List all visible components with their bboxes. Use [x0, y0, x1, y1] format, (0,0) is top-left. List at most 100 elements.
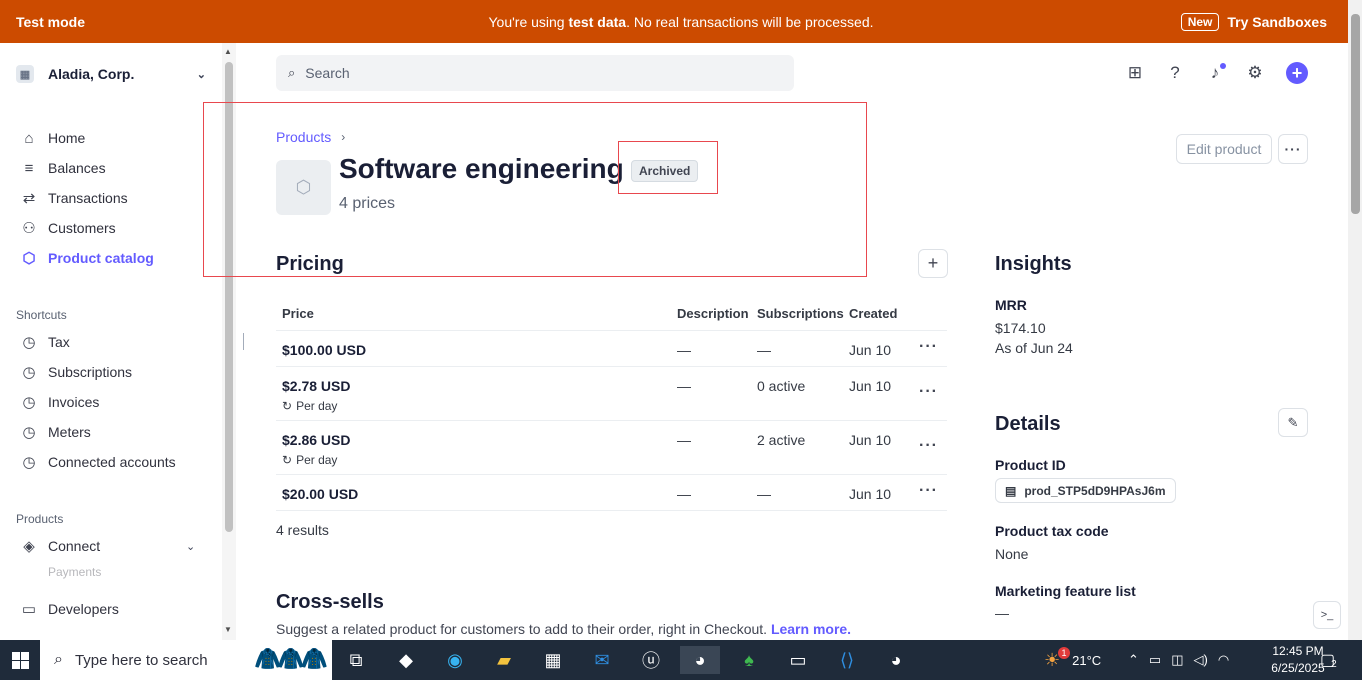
- product-id-copy-chip[interactable]: ▤ prod_STP5dD9HPAsJ6m: [995, 478, 1176, 503]
- edit-details-button[interactable]: ✎: [1278, 408, 1308, 437]
- mrr-date: As of Jun 24: [995, 340, 1073, 356]
- create-new-button[interactable]: +: [1286, 62, 1308, 84]
- sidebar-item-transactions[interactable]: ⇄ Transactions: [20, 187, 128, 209]
- outlook-icon[interactable]: ✉: [582, 646, 622, 674]
- resize-handle[interactable]: [243, 333, 244, 350]
- details-heading: Details: [995, 413, 1061, 435]
- taskbar-clock[interactable]: 12:45 PM 6/25/2025: [1270, 643, 1326, 677]
- scroll-down-arrow-icon[interactable]: ▼: [224, 625, 232, 634]
- terminal-icon: ▭: [21, 601, 37, 618]
- price-subscriptions: —: [757, 486, 771, 502]
- add-price-button[interactable]: +: [918, 249, 948, 278]
- terminal-toggle-button[interactable]: >_: [1313, 601, 1341, 629]
- sidebar-item-balances[interactable]: ≡ Balances: [20, 157, 106, 179]
- sidebar-item-home[interactable]: ⌂ Home: [20, 127, 85, 149]
- price-amount[interactable]: $2.86 USD: [282, 432, 350, 448]
- home-icon: ⌂: [24, 129, 34, 147]
- sidebar-item-payments[interactable]: Payments: [20, 565, 101, 579]
- sidebar-item-customers[interactable]: ⚇ Customers: [20, 217, 115, 239]
- volume-icon[interactable]: ◁): [1194, 652, 1208, 668]
- copilot-icon[interactable]: ◆: [386, 646, 426, 674]
- row-actions-button[interactable]: ···: [919, 338, 938, 356]
- row-actions-button[interactable]: ···: [919, 482, 938, 500]
- cross-sells-description: Suggest a related product for customers …: [276, 621, 852, 637]
- chrome-profile-icon[interactable]: ◕: [876, 646, 916, 674]
- price-amount[interactable]: $2.78 USD: [282, 378, 350, 394]
- weather-widget[interactable]: ☀ 1 21°C: [1044, 640, 1101, 680]
- microsoft-store-icon[interactable]: ▦: [533, 646, 573, 674]
- customers-icon: ⚇: [22, 220, 36, 237]
- divider: [276, 510, 947, 511]
- edit-product-button[interactable]: Edit product: [1176, 134, 1272, 164]
- more-actions-button[interactable]: ···: [1278, 134, 1308, 164]
- account-switcher[interactable]: ▦ Aladia, Corp. ⌄: [16, 63, 206, 85]
- new-badge: New: [1180, 12, 1220, 31]
- tax-code-label: Product tax code: [995, 523, 1109, 539]
- sidebar-item-product-catalog[interactable]: ⬡ Product catalog: [20, 247, 153, 269]
- meet-now-icon[interactable]: ◫: [1171, 652, 1183, 668]
- sidebar-item-developers[interactable]: ▭ Developers: [20, 598, 119, 620]
- mongodb-compass-icon[interactable]: ♠: [729, 646, 769, 674]
- settings-gear-icon[interactable]: ⚙: [1244, 62, 1266, 84]
- file-explorer-icon[interactable]: ▰: [484, 646, 524, 674]
- row-actions-button[interactable]: ···: [919, 437, 938, 455]
- taskbar-search[interactable]: ⌕ Type here to search 🧥🧥🧥: [40, 640, 332, 680]
- try-sandboxes-label[interactable]: Try Sandboxes: [1227, 14, 1327, 30]
- search-input[interactable]: [305, 65, 746, 81]
- windows-taskbar: ⌕ Type here to search 🧥🧥🧥 ⧉ ◆ ◉ ▰ ▦ ✉ ⓤ …: [0, 640, 1362, 680]
- shortcut-meters[interactable]: ◷ Meters: [20, 421, 90, 443]
- edge-browser-icon[interactable]: ◉: [435, 646, 475, 674]
- scroll-up-arrow-icon[interactable]: ▲: [224, 47, 232, 56]
- search-bar[interactable]: ⌕: [276, 55, 794, 91]
- shortcut-subscriptions[interactable]: ◷ Subscriptions: [20, 361, 132, 383]
- mrr-value: $174.10: [995, 320, 1046, 336]
- divider: [276, 474, 947, 475]
- clock-icon: ◷: [22, 334, 36, 351]
- results-count: 4 results: [276, 522, 329, 538]
- insights-heading: Insights: [995, 253, 1072, 275]
- windows-logo-icon: [11, 651, 29, 669]
- apps-add-icon[interactable]: ⊞: [1124, 62, 1146, 84]
- marketing-features-label: Marketing feature list: [995, 583, 1136, 599]
- upwork-icon[interactable]: ⓤ: [631, 646, 671, 674]
- price-amount[interactable]: $20.00 USD: [282, 486, 358, 502]
- battery-icon[interactable]: ▭: [1149, 652, 1161, 668]
- search-icon: ⌕: [288, 65, 296, 80]
- chrome-icon[interactable]: ◕: [680, 646, 720, 674]
- weather-temp: 21°C: [1072, 652, 1102, 668]
- vscode-icon[interactable]: ⟨⟩: [827, 646, 867, 674]
- shortcut-connected-accounts[interactable]: ◷ Connected accounts: [20, 451, 175, 473]
- wifi-icon[interactable]: ◠: [1218, 652, 1229, 668]
- shortcut-invoices[interactable]: ◷ Invoices: [20, 391, 99, 413]
- marketing-features-value: —: [995, 605, 1009, 621]
- price-description: —: [677, 342, 691, 358]
- task-view-icon[interactable]: ⧉: [336, 646, 376, 674]
- price-amount[interactable]: $100.00 USD: [282, 342, 366, 358]
- test-mode-banner: Test mode You're using test data. No rea…: [0, 0, 1362, 43]
- notification-center[interactable]: ▢ 2: [1320, 640, 1337, 680]
- shortcuts-section-label: Shortcuts: [16, 308, 67, 322]
- try-sandboxes-link[interactable]: New Try Sandboxes: [1180, 12, 1327, 31]
- price-description: —: [677, 378, 691, 394]
- terminal-app-icon[interactable]: ▭: [778, 646, 818, 674]
- help-icon[interactable]: ?: [1164, 62, 1186, 84]
- page-scrollbar-thumb[interactable]: [1351, 14, 1360, 214]
- search-highlight-image-icon: 🧥🧥🧥: [254, 646, 328, 671]
- price-created: Jun 10: [849, 432, 892, 448]
- balances-icon: ≡: [24, 159, 34, 177]
- row-actions-button[interactable]: ···: [919, 383, 938, 401]
- shortcut-tax[interactable]: ◷ Tax: [20, 331, 69, 353]
- learn-more-link[interactable]: Learn more.: [771, 621, 851, 637]
- start-button[interactable]: [0, 640, 40, 680]
- recurring-icon: ↻: [282, 453, 293, 467]
- column-header-description: Description: [677, 306, 749, 321]
- sidebar-item-connect[interactable]: ◈ Connect ⌄: [20, 535, 195, 557]
- recurring-icon: ↻: [282, 399, 293, 413]
- product-id-label: Product ID: [995, 457, 1066, 473]
- chevron-up-icon[interactable]: ⌃: [1128, 652, 1139, 668]
- clock-icon: ◷: [22, 364, 36, 381]
- test-mode-message: You're using test data. No real transact…: [488, 13, 874, 30]
- system-tray[interactable]: ⌃ ▭ ◫ ◁) ◠: [1128, 640, 1229, 680]
- price-description: —: [677, 486, 691, 502]
- chevron-down-icon: ⌄: [186, 540, 196, 553]
